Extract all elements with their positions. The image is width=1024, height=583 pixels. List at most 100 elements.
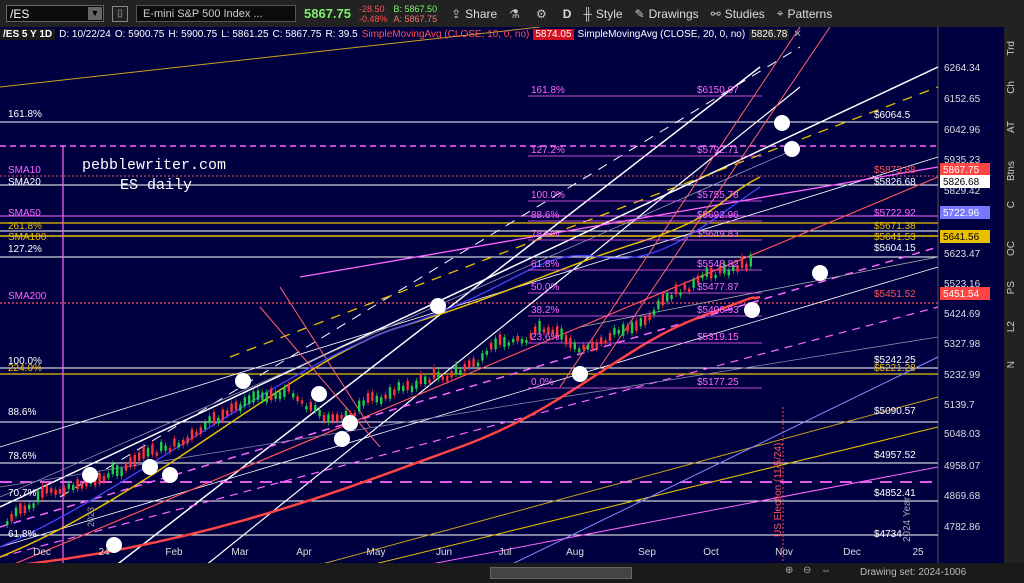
candle-body: [252, 391, 255, 403]
right-level-label: $5604.15: [874, 243, 916, 254]
rail-tab-trd[interactable]: Trd: [1006, 41, 1022, 56]
scrollbar[interactable]: [490, 567, 632, 579]
share-icon: ⇪: [451, 6, 462, 21]
candle-body: [72, 484, 75, 491]
trend-line: [0, 306, 939, 558]
candle-body: [358, 400, 361, 412]
candle-body: [481, 353, 484, 361]
flask-button[interactable]: ⚗: [509, 7, 524, 21]
rail-tab-ch[interactable]: Ch: [1006, 81, 1022, 94]
candle-body: [300, 400, 304, 404]
rail-tab-oc[interactable]: OC: [1006, 241, 1022, 256]
month-label: Aug: [566, 547, 584, 558]
fib-price-label: $6150.07: [697, 85, 739, 96]
candle-body: [120, 468, 123, 477]
rail-tab-l2[interactable]: L2: [1006, 321, 1022, 332]
candle-body: [32, 503, 35, 508]
month-label: Dec: [33, 547, 51, 558]
candle-body: [635, 320, 638, 331]
candle-body: [314, 405, 317, 411]
info-high: H: 5900.75: [168, 28, 218, 40]
sma20-study[interactable]: SimpleMovingAvg (CLOSE, 20, 0, no): [578, 29, 746, 40]
candle-body: [102, 476, 106, 482]
candle-body: [749, 254, 752, 267]
gear-icon: ⚙: [535, 6, 547, 21]
close-icon[interactable]: ✕: [793, 29, 801, 40]
sma20-value: 5826.78: [749, 28, 790, 40]
candle-body: [366, 393, 370, 403]
interval-button[interactable]: D: [563, 7, 572, 21]
left-year-note: 2023: [86, 507, 96, 527]
drawings-label: Drawings: [648, 6, 699, 21]
chart-canvas[interactable]: pebblewriter.comES daily161.8%SMA10SMA20…: [0, 26, 1004, 571]
rail-tab-btns[interactable]: Btns: [1006, 161, 1022, 181]
settings-button[interactable]: ⚙: [536, 7, 551, 21]
candle-body: [67, 483, 70, 489]
rail-tab-c[interactable]: C: [1006, 201, 1022, 208]
change-value: -28.50: [359, 3, 385, 14]
price-chart[interactable]: pebblewriter.com ES daily 161.8% SMA10 SMA20…: [0, 26, 1004, 571]
candle-body: [538, 320, 541, 333]
fib-percent-label: 100.0%: [531, 190, 565, 201]
sma10-study[interactable]: SimpleMovingAvg (CLOSE, 10, 0, no): [362, 29, 530, 40]
trend-line: [559, 26, 801, 388]
candle-body: [384, 394, 387, 399]
candle-body: [727, 270, 730, 276]
marker-dot: [430, 298, 446, 314]
patterns-button[interactable]: ⌖ Patterns: [777, 6, 832, 21]
link-icon[interactable]: ▯: [112, 5, 128, 22]
marker-dot: [812, 265, 828, 281]
last-price: 5867.75: [304, 6, 351, 21]
candle-body: [745, 263, 748, 270]
zoom-out-icon[interactable]: ⊖: [803, 565, 811, 576]
share-button[interactable]: ⇪ Share: [451, 7, 497, 21]
candles-icon: ╫: [583, 6, 592, 21]
candle-body: [129, 457, 132, 467]
rail-tab-n[interactable]: N: [1006, 361, 1022, 368]
candle-body: [318, 409, 321, 417]
axis-price-label: 5048.03: [944, 429, 981, 440]
zoom-in-icon[interactable]: ⊕: [785, 565, 793, 576]
studies-button[interactable]: ⚯ Studies: [711, 7, 765, 21]
rail-tab-ps[interactable]: PS: [1006, 281, 1022, 294]
pan-icon[interactable]: ⇔: [821, 565, 831, 576]
candle-body: [419, 373, 422, 385]
right-level-label: $5671.38: [874, 221, 916, 232]
candle-body: [168, 448, 172, 452]
candle-body: [617, 330, 620, 334]
election-note: US Election (11/5/24): [773, 443, 784, 537]
candle-body: [441, 376, 444, 380]
candle-body: [23, 505, 26, 514]
left-level-label: 78.6%: [8, 451, 36, 462]
left-level-label: SMA20: [8, 177, 41, 188]
right-level-label: $5090.57: [874, 406, 916, 417]
candle-body: [142, 446, 145, 459]
candle-body: [85, 482, 88, 487]
candle-body: [485, 350, 488, 355]
trend-line: [59, 46, 801, 498]
candle-body: [151, 444, 154, 455]
symbol-text: /ES: [10, 6, 30, 21]
axis-price-label: 5327.98: [944, 339, 981, 350]
drawings-button[interactable]: ✎ Drawings: [635, 7, 699, 21]
marker-dot: [162, 467, 178, 483]
bid-value: B: 5867.50: [393, 3, 438, 14]
candle-body: [287, 384, 290, 392]
symbol-box[interactable]: /ES ▼: [6, 5, 104, 22]
trend-line: [0, 66, 939, 508]
symbol-dropdown-icon[interactable]: ▼: [88, 7, 102, 20]
marker-dot: [784, 141, 800, 157]
right-level-label: $5826.68: [874, 177, 916, 188]
candle-body: [569, 337, 572, 348]
candle-body: [243, 397, 246, 407]
patterns-icon: ⌖: [776, 6, 784, 20]
flask-icon: ⚗: [509, 6, 520, 21]
axis-price-label: 5139.7: [944, 400, 975, 411]
fib-percent-label: 88.6%: [531, 210, 559, 221]
candle-body: [652, 309, 656, 316]
month-label: Feb: [165, 547, 183, 558]
candle-body: [459, 370, 462, 374]
candle-body: [525, 339, 528, 344]
rail-tab-at[interactable]: AT: [1006, 121, 1022, 133]
style-button[interactable]: ╫ Style: [583, 7, 622, 21]
